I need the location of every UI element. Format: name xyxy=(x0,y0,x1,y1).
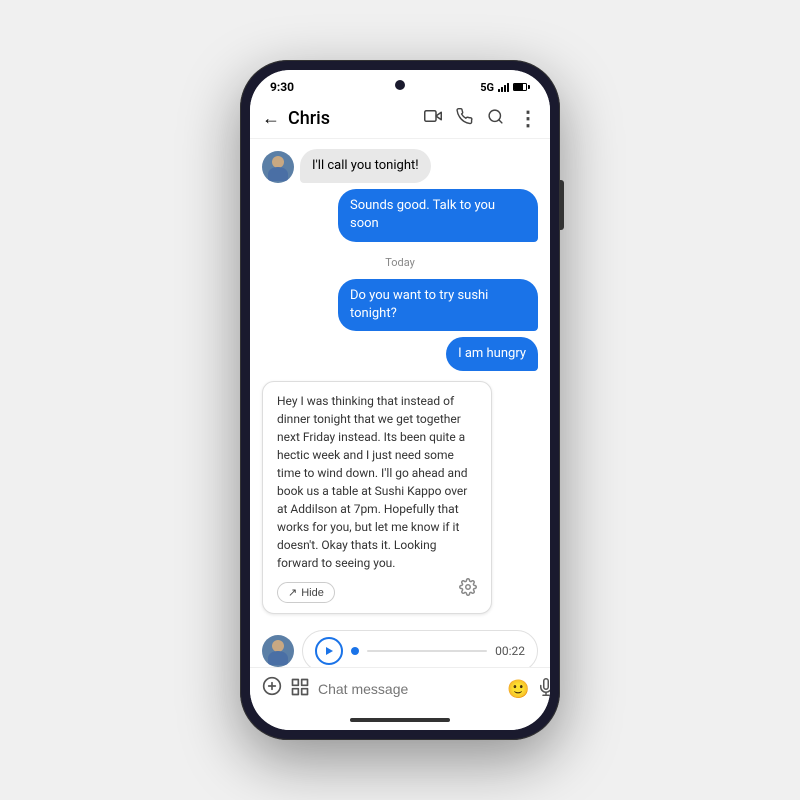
voice-waveform xyxy=(367,650,487,652)
message-text: I am hungry xyxy=(458,346,526,361)
hide-button[interactable]: ↗ Hide xyxy=(277,582,335,603)
status-icons: 5G xyxy=(480,81,530,94)
phone-call-icon[interactable] xyxy=(456,108,473,129)
volume-button xyxy=(560,180,564,230)
hide-label: Hide xyxy=(301,587,324,599)
avatar xyxy=(262,151,294,183)
status-bar: 9:30 5G xyxy=(250,70,550,98)
message-row: Sounds good. Talk to you soon xyxy=(262,189,538,241)
avatar-image xyxy=(262,635,294,667)
settings-icon[interactable] xyxy=(459,578,477,603)
video-call-icon[interactable] xyxy=(424,107,442,129)
smart-reply-container: Hey I was thinking that instead of dinne… xyxy=(262,377,538,618)
avatar-body xyxy=(268,651,288,665)
message-row: I'll call you tonight! xyxy=(262,149,538,183)
contact-name: Chris xyxy=(288,108,424,129)
messages-list: I'll call you tonight! Sounds good. Talk… xyxy=(250,139,550,667)
avatar xyxy=(262,635,294,667)
home-indicator[interactable] xyxy=(350,718,450,722)
emoji-icon[interactable]: 🙂 xyxy=(507,679,529,700)
voice-progress-dot xyxy=(351,647,359,655)
title-actions: ⋮ xyxy=(424,106,538,130)
battery-fill xyxy=(514,84,523,90)
avatar-body xyxy=(268,167,288,181)
phone-screen: 9:30 5G xyxy=(250,70,550,730)
sent-bubble: I am hungry xyxy=(446,337,538,371)
title-bar: ← Chris xyxy=(250,98,550,139)
date-divider: Today xyxy=(262,256,538,269)
smart-reply-text: Hey I was thinking that instead of dinne… xyxy=(277,394,467,570)
battery-body xyxy=(513,83,527,91)
voice-duration: 00:22 xyxy=(495,644,525,658)
network-label: 5G xyxy=(480,81,494,94)
add-icon[interactable] xyxy=(262,676,282,702)
received-bubble: I'll call you tonight! xyxy=(300,149,431,183)
message-row: Do you want to try sushi tonight? xyxy=(262,279,538,331)
battery-tip xyxy=(528,85,530,89)
sent-bubble: Sounds good. Talk to you soon xyxy=(338,189,538,241)
smart-reply-actions: ↗ Hide xyxy=(277,576,477,603)
voice-input-icon[interactable] xyxy=(537,678,550,701)
battery-icon xyxy=(513,83,530,91)
message-text: I'll call you tonight! xyxy=(312,158,419,173)
more-options-icon[interactable]: ⋮ xyxy=(518,106,538,130)
message-row: I am hungry xyxy=(262,337,538,371)
signal-icon xyxy=(498,82,509,92)
sent-bubble: Do you want to try sushi tonight? xyxy=(338,279,538,331)
status-time: 9:30 xyxy=(270,80,294,94)
hide-icon: ↗ xyxy=(288,586,297,599)
avatar-image xyxy=(262,151,294,183)
input-bar: 🙂 xyxy=(250,667,550,710)
voice-bubble: 00:22 xyxy=(302,630,538,667)
search-icon[interactable] xyxy=(487,108,504,129)
voice-message-row: 00:22 xyxy=(262,624,538,667)
message-input[interactable] xyxy=(318,681,499,697)
back-button[interactable]: ← xyxy=(262,108,280,129)
phone-frame: 9:30 5G xyxy=(240,60,560,740)
message-text: Do you want to try sushi tonight? xyxy=(350,288,488,321)
bottom-bar xyxy=(250,710,550,730)
smart-reply-bubble: Hey I was thinking that instead of dinne… xyxy=(262,381,492,614)
front-camera xyxy=(395,80,405,90)
attach-icon[interactable] xyxy=(290,677,310,702)
message-text: Sounds good. Talk to you soon xyxy=(350,198,495,231)
play-button[interactable] xyxy=(315,637,343,665)
